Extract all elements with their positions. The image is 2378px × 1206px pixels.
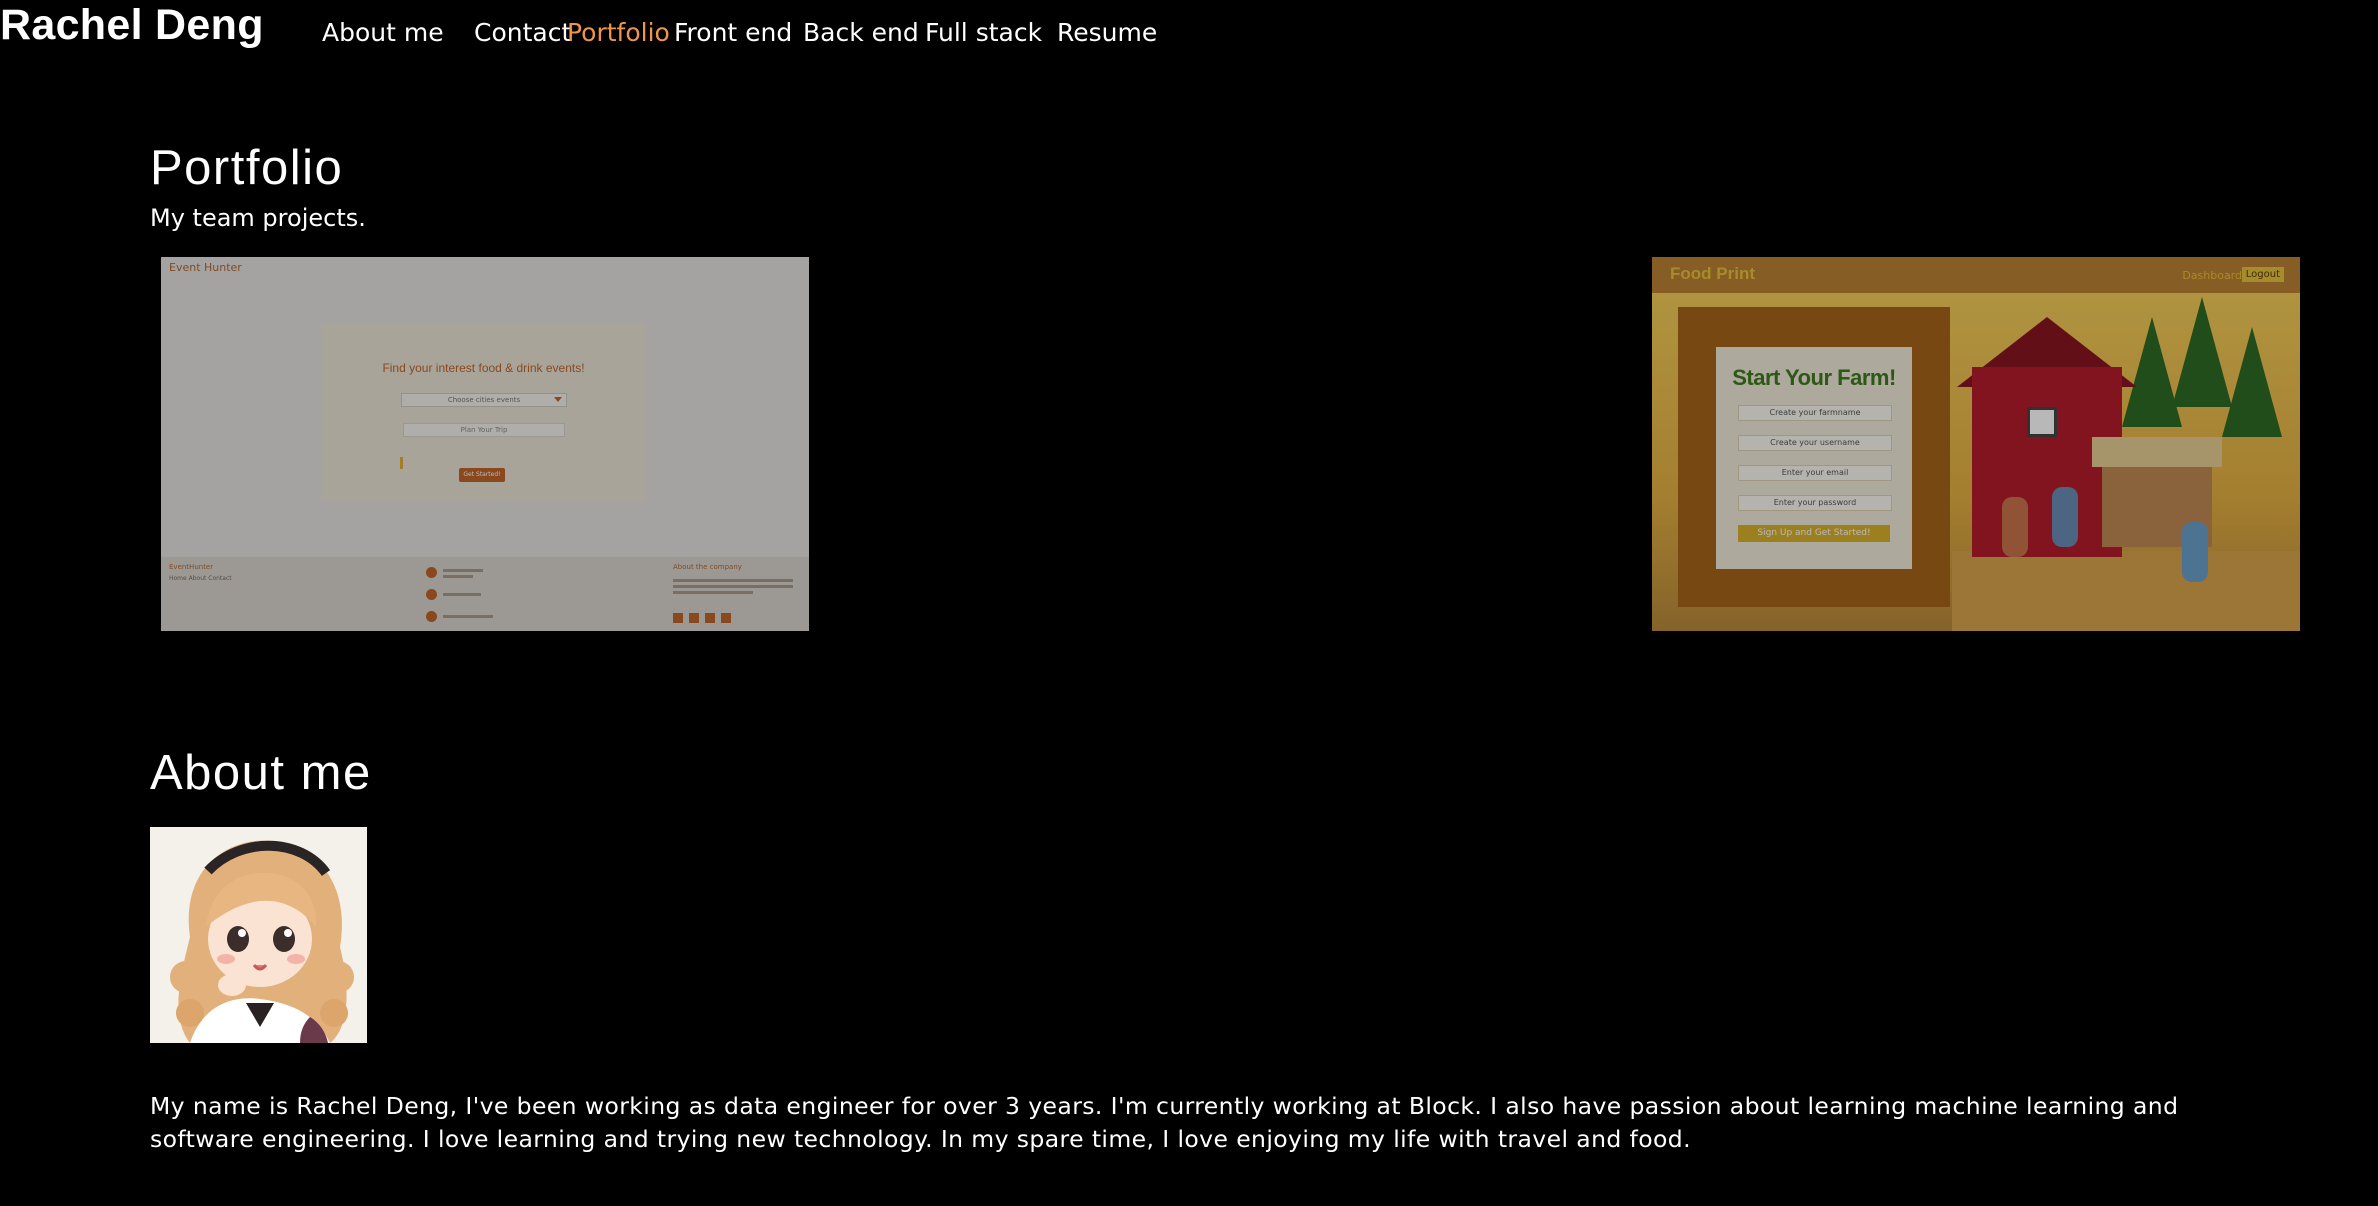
card-overlay: [1652, 257, 2300, 631]
nav-resume[interactable]: Resume: [1057, 14, 1157, 52]
portfolio-heading: Portfolio: [150, 141, 344, 195]
project-card-food-print[interactable]: Food Print Dashboard Logout Start Your F…: [1652, 257, 2300, 631]
avatar: [150, 827, 367, 1043]
nav-portfolio[interactable]: Portfolio: [567, 14, 674, 52]
nav-about-me[interactable]: About me: [322, 14, 447, 52]
about-paragraph: My name is Rachel Deng, I've been workin…: [150, 1092, 2179, 1153]
brand-title[interactable]: Rachel Deng: [0, 0, 264, 50]
nav-front-end[interactable]: Front end: [674, 14, 803, 52]
about-heading: About me: [150, 746, 372, 800]
nav-full-stack[interactable]: Full stack: [925, 14, 1058, 52]
portfolio-subtitle: My team projects.: [150, 204, 366, 232]
nav-back-end[interactable]: Back end: [803, 14, 925, 52]
page: Rachel Deng About me Contact Portfolio F…: [0, 0, 2378, 1206]
main-nav: About me Contact Portfolio Front end Bac…: [322, 14, 1157, 52]
avatar-illustration: [150, 827, 367, 1043]
card-overlay: [161, 257, 809, 631]
project-card-event-hunter[interactable]: Event Hunter Find your interest food & d…: [161, 257, 809, 631]
